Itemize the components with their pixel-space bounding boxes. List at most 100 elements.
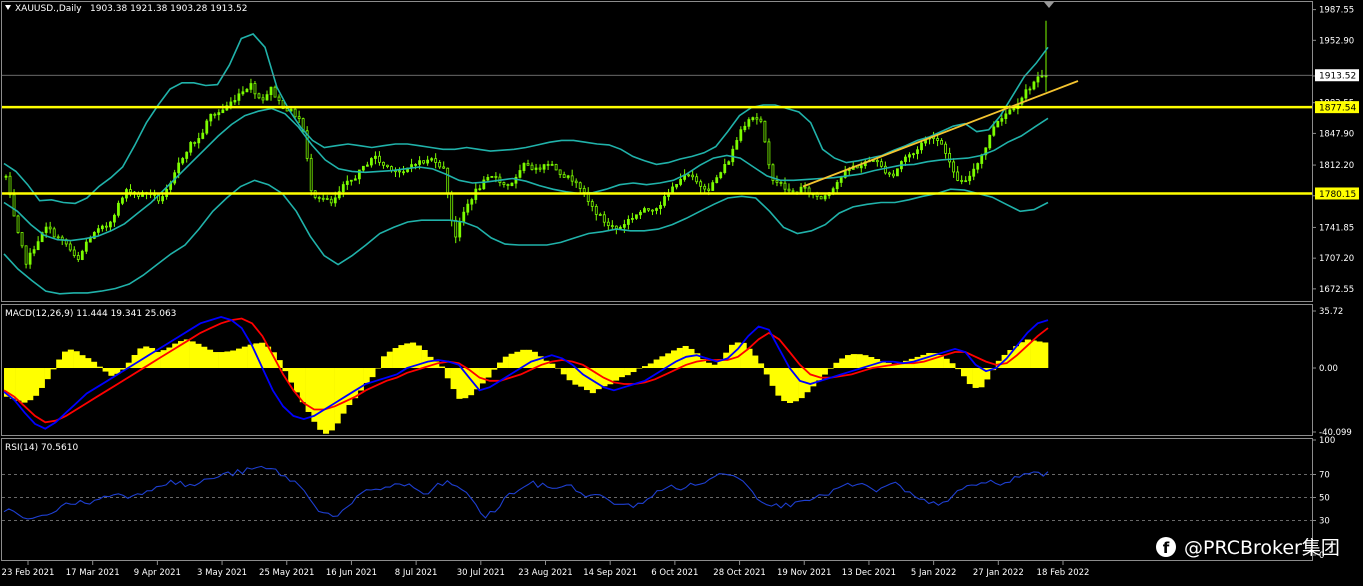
candle-body[interactable]	[109, 221, 112, 228]
candle-body[interactable]	[1040, 75, 1044, 78]
candle-body[interactable]	[269, 86, 273, 96]
candle-body[interactable]	[245, 88, 249, 93]
candle-body[interactable]	[590, 201, 594, 207]
candle-body[interactable]	[972, 168, 976, 177]
candle-body[interactable]	[438, 162, 442, 168]
candle-body[interactable]	[715, 177, 719, 184]
candle-body[interactable]	[84, 241, 88, 252]
candle-body[interactable]	[434, 158, 438, 163]
candle-body[interactable]	[691, 174, 695, 178]
candle-body[interactable]	[614, 225, 618, 230]
candle-body[interactable]	[631, 217, 634, 220]
candle-body[interactable]	[751, 117, 755, 120]
candle-body[interactable]	[365, 164, 369, 167]
candle-body[interactable]	[912, 153, 915, 156]
candle-body[interactable]	[1032, 81, 1036, 90]
candle-body[interactable]	[759, 118, 763, 122]
candle-body[interactable]	[490, 175, 494, 178]
candle-body[interactable]	[454, 219, 458, 238]
candle-body[interactable]	[450, 193, 454, 221]
candle-body[interactable]	[727, 161, 731, 165]
candle-body[interactable]	[193, 142, 197, 144]
candle-body[interactable]	[883, 165, 887, 174]
candle-body[interactable]	[976, 163, 980, 170]
candle-body[interactable]	[72, 249, 76, 256]
candle-body[interactable]	[606, 221, 610, 226]
candle-body[interactable]	[261, 97, 265, 101]
candle-body[interactable]	[538, 167, 542, 170]
candle-body[interactable]	[12, 194, 16, 217]
candle-body[interactable]	[626, 219, 630, 225]
candle-body[interactable]	[277, 96, 281, 101]
candle-body[interactable]	[1024, 89, 1028, 99]
candle-body[interactable]	[823, 195, 827, 200]
candle-body[interactable]	[221, 109, 225, 114]
candle-body[interactable]	[317, 196, 321, 199]
candle-body[interactable]	[1008, 109, 1012, 115]
candle-body[interactable]	[378, 155, 381, 163]
candle-body[interactable]	[345, 180, 349, 185]
candle-body[interactable]	[1004, 113, 1008, 119]
candle-body[interactable]	[422, 160, 426, 164]
candle-body[interactable]	[325, 198, 329, 200]
candle-body[interactable]	[695, 176, 699, 183]
candle-body[interactable]	[257, 93, 261, 99]
candle-body[interactable]	[197, 138, 201, 144]
candle-body[interactable]	[201, 132, 205, 139]
candle-body[interactable]	[550, 164, 554, 166]
candle-body[interactable]	[896, 168, 899, 177]
candle-body[interactable]	[129, 189, 132, 193]
candle-body[interactable]	[594, 206, 598, 215]
candle-body[interactable]	[675, 184, 678, 188]
candle-body[interactable]	[293, 108, 297, 118]
candle-body[interactable]	[28, 252, 32, 265]
candle-body[interactable]	[968, 175, 972, 182]
candle-body[interactable]	[209, 113, 213, 122]
candle-body[interactable]	[24, 245, 28, 265]
candle-body[interactable]	[916, 149, 919, 155]
candle-body[interactable]	[655, 208, 658, 211]
candle-body[interactable]	[755, 117, 759, 120]
candle-body[interactable]	[964, 180, 968, 183]
candle-body[interactable]	[679, 178, 682, 185]
candle-body[interactable]	[582, 188, 586, 193]
candle-body[interactable]	[988, 134, 992, 149]
candle-body[interactable]	[430, 158, 434, 161]
candle-body[interactable]	[20, 232, 24, 247]
candle-body[interactable]	[659, 205, 662, 209]
candle-body[interactable]	[482, 179, 486, 190]
candle-body[interactable]	[643, 208, 646, 213]
candle-body[interactable]	[908, 154, 911, 158]
candle-body[interactable]	[370, 158, 373, 166]
candle-body[interactable]	[960, 180, 964, 182]
candle-body[interactable]	[618, 226, 622, 230]
candle-body[interactable]	[554, 164, 558, 171]
candle-body[interactable]	[177, 162, 181, 174]
candle-body[interactable]	[779, 181, 783, 184]
candle-body[interactable]	[4, 175, 8, 178]
candle-body[interactable]	[775, 180, 779, 183]
candle-body[interactable]	[996, 120, 1000, 128]
candle-body[interactable]	[940, 140, 943, 145]
candle-body[interactable]	[321, 197, 325, 200]
candle-body[interactable]	[273, 86, 277, 98]
candle-body[interactable]	[763, 120, 767, 143]
candle-body[interactable]	[635, 214, 638, 219]
candle-body[interactable]	[374, 155, 377, 159]
candle-body[interactable]	[442, 166, 446, 169]
candle-body[interactable]	[956, 171, 960, 181]
candle-body[interactable]	[32, 249, 36, 254]
candle-body[interactable]	[859, 165, 863, 169]
candle-body[interactable]	[699, 181, 703, 187]
candle-body[interactable]	[502, 182, 506, 185]
candle-body[interactable]	[904, 156, 907, 162]
candle-body[interactable]	[80, 250, 84, 260]
candle-body[interactable]	[44, 226, 48, 233]
candle-body[interactable]	[297, 116, 301, 120]
candle-body[interactable]	[747, 119, 751, 127]
candle-body[interactable]	[558, 169, 562, 175]
candle-body[interactable]	[598, 214, 602, 216]
candle-body[interactable]	[719, 172, 723, 179]
candle-body[interactable]	[333, 197, 337, 204]
candle-body[interactable]	[534, 167, 538, 170]
